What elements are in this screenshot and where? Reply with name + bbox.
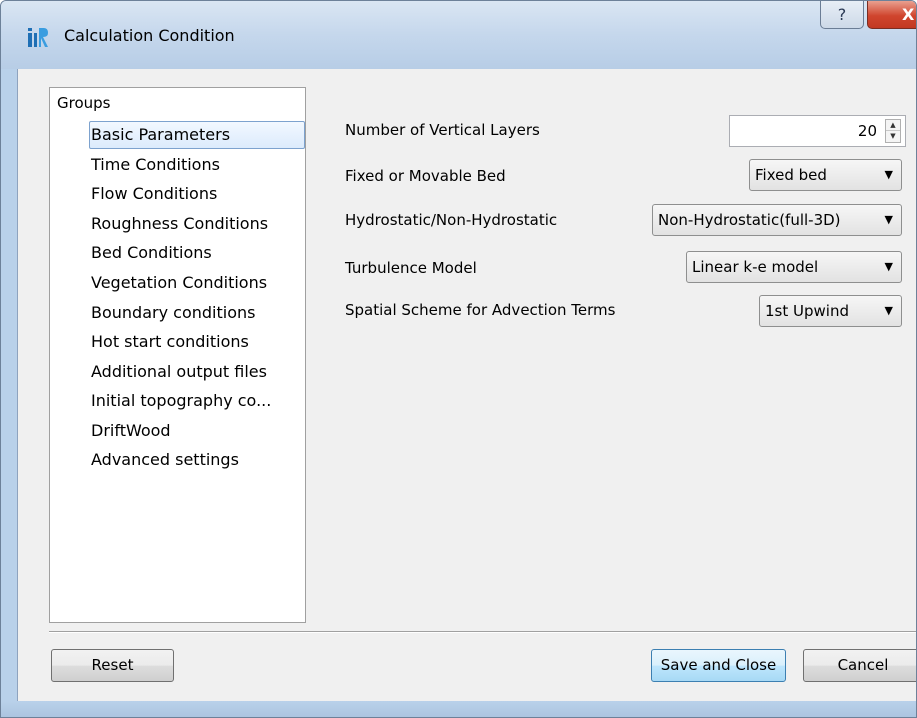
group-item-bed-conditions[interactable]: Bed Conditions: [89, 239, 305, 267]
turbulence-model-label: Turbulence Model: [345, 259, 477, 277]
bed-type-value: Fixed bed: [755, 166, 827, 184]
cancel-button[interactable]: Cancel: [803, 649, 916, 682]
spin-down-icon[interactable]: ▼: [886, 131, 900, 142]
group-item-time-conditions[interactable]: Time Conditions: [89, 151, 305, 179]
spatial-scheme-value: 1st Upwind: [765, 302, 849, 320]
hydrostatic-label: Hydrostatic/Non-Hydrostatic: [345, 211, 558, 229]
dropdown-arrow-icon: ▼: [884, 168, 893, 181]
groups-header: Groups: [57, 94, 111, 112]
group-item-boundary-conditions[interactable]: Boundary conditions: [89, 299, 305, 327]
group-item-additional-output-files[interactable]: Additional output files: [89, 358, 305, 386]
vertical-layers-value: 20: [857, 122, 877, 140]
dialog-client-area: Groups Basic Parameters Time Conditions …: [17, 69, 916, 701]
title-bar[interactable]: Calculation Condition ? X: [1, 1, 916, 69]
save-and-close-button[interactable]: Save and Close: [651, 649, 786, 682]
groups-tree[interactable]: Groups Basic Parameters Time Conditions …: [49, 87, 306, 623]
dropdown-arrow-icon: ▼: [884, 213, 893, 226]
bed-type-select[interactable]: Fixed bed ▼: [749, 159, 902, 191]
group-item-flow-conditions[interactable]: Flow Conditions: [89, 180, 305, 208]
dropdown-arrow-icon: ▼: [884, 304, 893, 317]
calculation-condition-dialog: Calculation Condition ? X Groups Basic P…: [0, 0, 917, 718]
close-icon: X: [902, 5, 915, 24]
spatial-scheme-select[interactable]: 1st Upwind ▼: [759, 295, 902, 327]
help-button[interactable]: ?: [820, 1, 864, 29]
vertical-layers-spinbox[interactable]: 20 ▲ ▼: [729, 115, 906, 147]
window-title: Calculation Condition: [64, 26, 235, 45]
vertical-layers-label: Number of Vertical Layers: [345, 121, 540, 139]
iric-app-icon: [28, 28, 48, 47]
group-item-roughness-conditions[interactable]: Roughness Conditions: [89, 210, 305, 238]
spin-up-icon[interactable]: ▲: [886, 120, 900, 131]
dropdown-arrow-icon: ▼: [884, 260, 893, 273]
spin-buttons: ▲ ▼: [885, 119, 901, 143]
group-item-hot-start-conditions[interactable]: Hot start conditions: [89, 328, 305, 356]
close-button[interactable]: X: [867, 1, 916, 29]
group-item-driftwood[interactable]: DriftWood: [89, 417, 305, 445]
group-item-vegetation-conditions[interactable]: Vegetation Conditions: [89, 269, 305, 297]
turbulence-model-value: Linear k-e model: [692, 258, 819, 276]
hydrostatic-value: Non-Hydrostatic(full-3D): [658, 211, 841, 229]
spatial-scheme-label: Spatial Scheme for Advection Terms: [345, 301, 616, 319]
bed-type-label: Fixed or Movable Bed: [345, 167, 506, 185]
hydrostatic-select[interactable]: Non-Hydrostatic(full-3D) ▼: [652, 204, 902, 236]
group-item-basic-parameters[interactable]: Basic Parameters: [89, 121, 305, 149]
button-separator: [49, 631, 916, 633]
group-item-initial-topography[interactable]: Initial topography co...: [89, 387, 305, 415]
reset-button[interactable]: Reset: [51, 649, 174, 682]
group-item-advanced-settings[interactable]: Advanced settings: [89, 446, 305, 474]
help-icon: ?: [837, 5, 847, 24]
window-bottom-border: [1, 701, 916, 717]
turbulence-model-select[interactable]: Linear k-e model ▼: [686, 251, 902, 283]
